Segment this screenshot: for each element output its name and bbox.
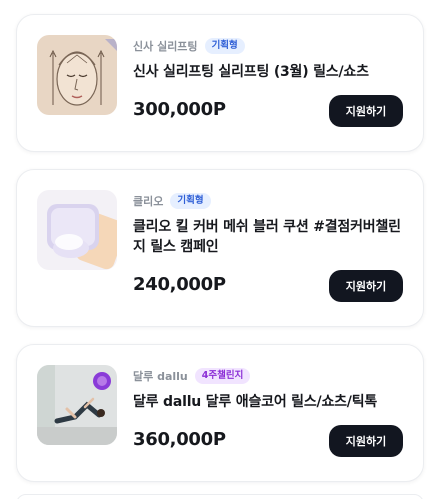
campaign-card[interactable]: 달루 dallu 4주챌린지 달루 dallu 달루 애슬코어 릴스/쇼츠/틱톡… (16, 344, 424, 482)
campaign-type-badge: 기획형 (204, 38, 245, 54)
brand-name: 클리오 (133, 195, 164, 208)
campaign-title[interactable]: 클리오 킬 커버 메쉬 블러 쿠션 #결점커버챌린지 릴스 캠페인 (133, 217, 403, 257)
apply-button[interactable]: 지원하기 (329, 425, 403, 457)
campaign-card[interactable]: 클리오 기획형 클리오 킬 커버 메쉬 블러 쿠션 #결점커버챌린지 릴스 캠페… (16, 169, 424, 327)
campaign-meta: 신사 실리프팅 기획형 신사 실리프팅 실리프팅 (3월) 릴스/쇼츠 (133, 37, 403, 82)
apply-button[interactable]: 지원하기 (329, 95, 403, 127)
brand-row: 신사 실리프팅 기획형 (133, 37, 403, 55)
campaign-list: 신사 실리프팅 기획형 신사 실리프팅 실리프팅 (3월) 릴스/쇼츠 300,… (0, 0, 437, 499)
campaign-reward: 300,000P (133, 99, 226, 120)
campaign-thumbnail (37, 365, 117, 445)
brand-name: 신사 실리프팅 (133, 40, 198, 53)
cushion-compact-icon (37, 190, 117, 270)
campaign-meta: 달루 dallu 4주챌린지 달루 dallu 달루 애슬코어 릴스/쇼츠/틱톡 (133, 367, 403, 412)
brand-row: 달루 dallu 4주챌린지 (133, 367, 403, 385)
face-lifting-illustration-icon (37, 35, 117, 115)
campaign-meta: 클리오 기획형 클리오 킬 커버 메쉬 블러 쿠션 #결점커버챌린지 릴스 캠페… (133, 192, 403, 257)
campaign-card[interactable]: 신사 실리프팅 기획형 신사 실리프팅 실리프팅 (3월) 릴스/쇼츠 300,… (16, 14, 424, 152)
campaign-title[interactable]: 신사 실리프팅 실리프팅 (3월) 릴스/쇼츠 (133, 62, 403, 82)
campaign-thumbnail (37, 35, 117, 115)
brand-name: 달루 dallu (133, 370, 188, 383)
campaign-reward: 240,000P (133, 274, 226, 295)
campaign-card-next[interactable] (16, 494, 424, 499)
campaign-reward: 360,000P (133, 429, 226, 450)
brand-row: 클리오 기획형 (133, 192, 403, 210)
campaign-type-badge: 기획형 (170, 193, 211, 209)
campaign-type-badge: 4주챌린지 (194, 368, 251, 384)
campaign-title[interactable]: 달루 dallu 달루 애슬코어 릴스/쇼츠/틱톡 (133, 392, 403, 412)
pilates-woman-icon (37, 365, 117, 445)
apply-button[interactable]: 지원하기 (329, 270, 403, 302)
campaign-thumbnail (37, 190, 117, 270)
